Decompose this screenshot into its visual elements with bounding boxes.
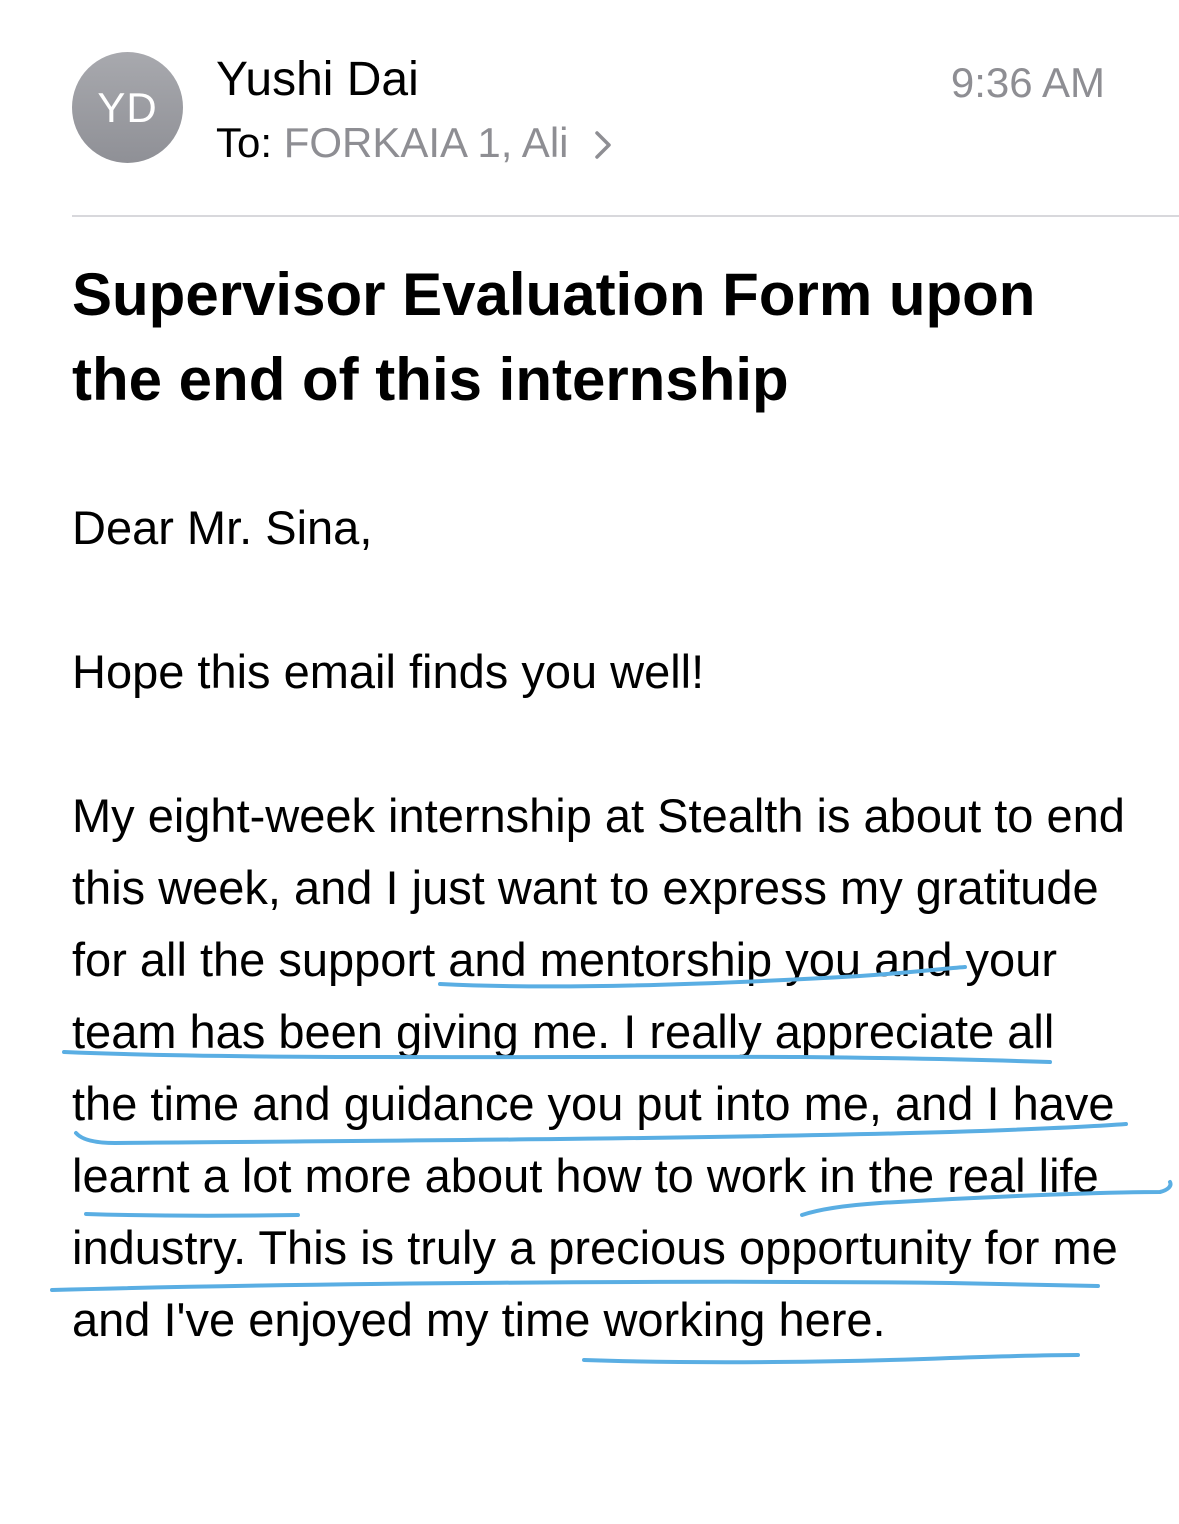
email-body: Dear Mr. Sina, Hope this email finds you… [72,492,1132,1356]
greeting: Dear Mr. Sina, [72,501,373,554]
avatar-initials: YD [97,83,158,131]
to-label: To: [216,119,273,166]
body-paragraph: Hope this email finds you well! [72,645,705,698]
body-paragraph: My eight-week internship at Stealth is a… [72,789,1125,1346]
header-divider [72,215,1179,217]
sender-avatar[interactable]: YD [72,52,183,163]
recipients-list[interactable]: FORKAIA 1, Ali [284,119,569,166]
received-time: 9:36 AM [950,59,1105,106]
email-header: YD Yushi Dai 9:36 AM To: FORKAIA 1, Ali [0,0,1179,216]
chevron-right-icon[interactable] [594,121,612,171]
sender-name[interactable]: Yushi Dai [216,52,419,108]
email-subject: Supervisor Evaluation Form upon the end … [72,261,1036,413]
underline-stroke [582,1353,1080,1365]
recipients-line[interactable]: To: FORKAIA 1, Ali [216,118,612,171]
